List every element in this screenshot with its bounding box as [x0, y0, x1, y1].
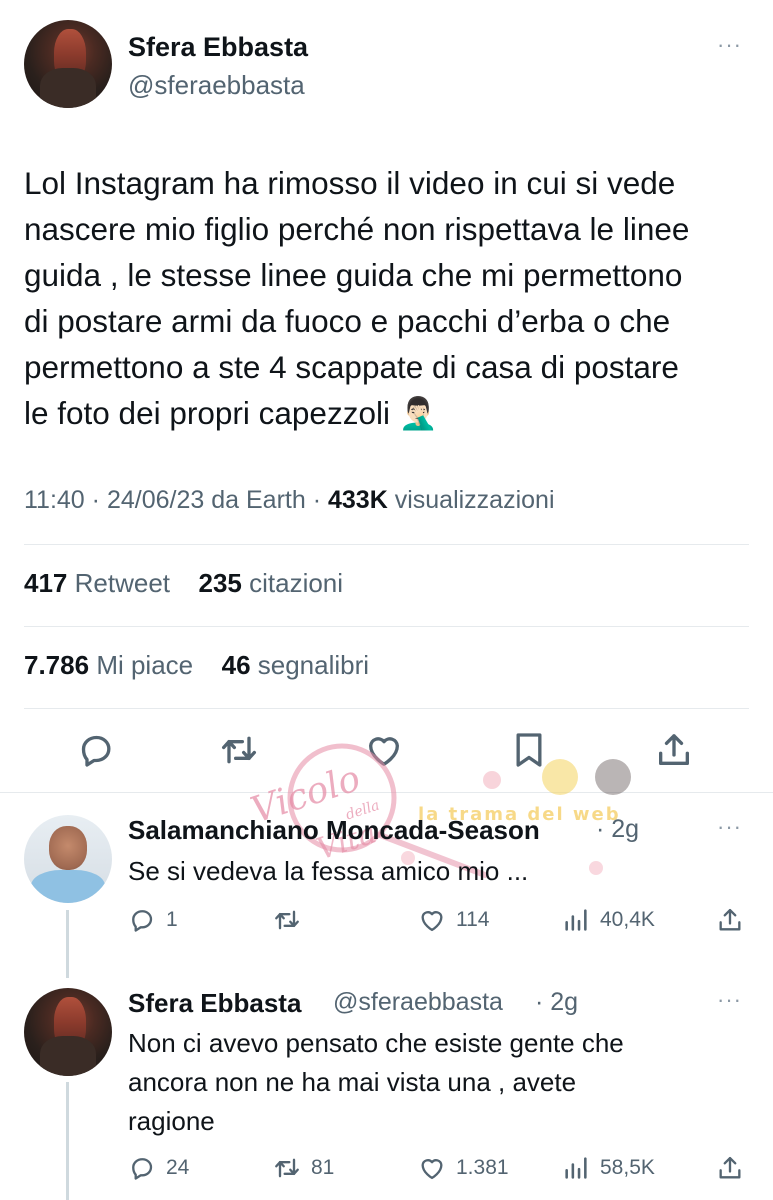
more-options-icon[interactable]: ··· [717, 32, 742, 58]
bookmark-icon[interactable] [509, 730, 549, 770]
like-count: 1.381 [456, 1156, 509, 1179]
reply-count: 24 [166, 1156, 190, 1179]
views-count: 433K [327, 486, 388, 514]
views-count: 40,4K [600, 908, 655, 931]
like-icon [421, 911, 443, 932]
reply-text-line: Non ci avevo pensato che esiste gente ch… [128, 1028, 624, 1058]
reply-icon[interactable] [76, 730, 116, 770]
views-icon [565, 1157, 587, 1179]
reply-button[interactable]: 24 [128, 1153, 189, 1183]
reply-button[interactable]: 1 [128, 905, 178, 935]
share-icon [719, 908, 741, 931]
reply-text: Non ci avevo pensato che esiste gente ch… [128, 1024, 624, 1141]
reply-author-name[interactable]: Salamanchiano Moncada-Season [128, 815, 540, 846]
like-count: 114 [456, 908, 490, 931]
like-button[interactable]: 1.381 [418, 1153, 509, 1183]
likes-count[interactable]: 7.786 [24, 650, 89, 680]
retweet-button[interactable] [273, 905, 311, 935]
share-button[interactable] [716, 905, 744, 935]
meta-separator: · [312, 486, 322, 514]
reply-author-handle[interactable]: @sferaebbasta [333, 988, 503, 1017]
tweet-text-line: guida , le stesse linee guida che mi per… [24, 257, 683, 293]
reply-count: 1 [166, 908, 178, 931]
divider [24, 626, 749, 627]
tweet-meta: 11:40 · 24/06/23 da Earth · 433K visuali… [24, 486, 555, 515]
reply-icon [132, 910, 153, 932]
views-icon [565, 909, 587, 931]
like-button[interactable]: 114 [418, 905, 489, 935]
share-icon[interactable] [654, 730, 694, 770]
reply-icon [132, 1158, 153, 1180]
meta-separator: · [91, 486, 100, 514]
tweet-date[interactable]: 24/06/23 [107, 486, 204, 514]
likes-label[interactable]: Mi piace [96, 650, 193, 680]
tweet-text: Lol Instagram ha rimosso il video in cui… [24, 160, 754, 436]
quotes-label[interactable]: citazioni [249, 568, 343, 598]
share-button[interactable] [716, 1153, 744, 1183]
views-button[interactable]: 40,4K [562, 905, 655, 935]
reply-avatar[interactable] [24, 815, 112, 903]
reply-avatar[interactable] [24, 988, 112, 1076]
views-label: visualizzazioni [394, 486, 555, 514]
bookmarks-count[interactable]: 46 [222, 650, 251, 680]
author-avatar[interactable] [24, 20, 112, 108]
retweet-icon [275, 1158, 299, 1178]
tweet-text-line: Lol Instagram ha rimosso il video in cui… [24, 165, 676, 201]
reply-meta: · 2g [535, 988, 579, 1016]
like-icon[interactable] [364, 730, 404, 770]
divider [0, 792, 773, 793]
thread-line [66, 910, 69, 978]
reply-text-line: ragione [128, 1106, 215, 1136]
reply-author-name[interactable]: Sfera Ebbasta [128, 988, 301, 1019]
stats-row-likes: 7.786 Mi piace 46 segnalibri [24, 650, 369, 681]
tweet-text-line: nascere mio figlio perché non rispettava… [24, 211, 690, 247]
tweet-text-line: di postare armi da fuoco e pacchi d’erba… [24, 303, 671, 339]
divider [24, 708, 749, 709]
retweet-icon [275, 910, 299, 930]
tweet-source: da Earth [211, 486, 306, 514]
more-options-icon[interactable]: ··· [717, 987, 742, 1013]
retweet-count: 81 [311, 1156, 335, 1179]
retweets-count[interactable]: 417 [24, 568, 67, 598]
reply-meta: · 2g [596, 815, 640, 843]
tweet-text-line: permettono a ste 4 scappate di casa di p… [24, 349, 679, 385]
author-name[interactable]: Sfera Ebbasta [128, 32, 308, 63]
reply-text: Se si vedeva la fessa amico mio ... [128, 852, 528, 891]
like-icon [421, 1159, 443, 1180]
views-count: 58,5K [600, 1156, 655, 1179]
more-options-icon[interactable]: ··· [717, 814, 742, 840]
tweet-time[interactable]: 11:40 [24, 486, 85, 514]
share-icon [719, 1156, 741, 1179]
divider [24, 544, 749, 545]
tweet-text-line: le foto dei propri capezzoli 🤦🏻‍♂️ [24, 395, 438, 431]
author-handle[interactable]: @sferaebbasta [128, 70, 305, 101]
stats-row-retweets: 417 Retweet 235 citazioni [24, 568, 343, 599]
views-button[interactable]: 58,5K [562, 1153, 655, 1183]
thread-line [66, 1082, 69, 1200]
quotes-count[interactable]: 235 [198, 568, 241, 598]
retweets-label[interactable]: Retweet [75, 568, 170, 598]
reply-text-line: Se si vedeva la fessa amico mio ... [128, 856, 529, 886]
retweet-icon[interactable] [219, 730, 259, 770]
reply-text-line: ancora non ne ha mai vista una , avete [128, 1067, 577, 1097]
retweet-button[interactable]: 81 [273, 1153, 334, 1183]
bookmarks-label[interactable]: segnalibri [258, 650, 369, 680]
